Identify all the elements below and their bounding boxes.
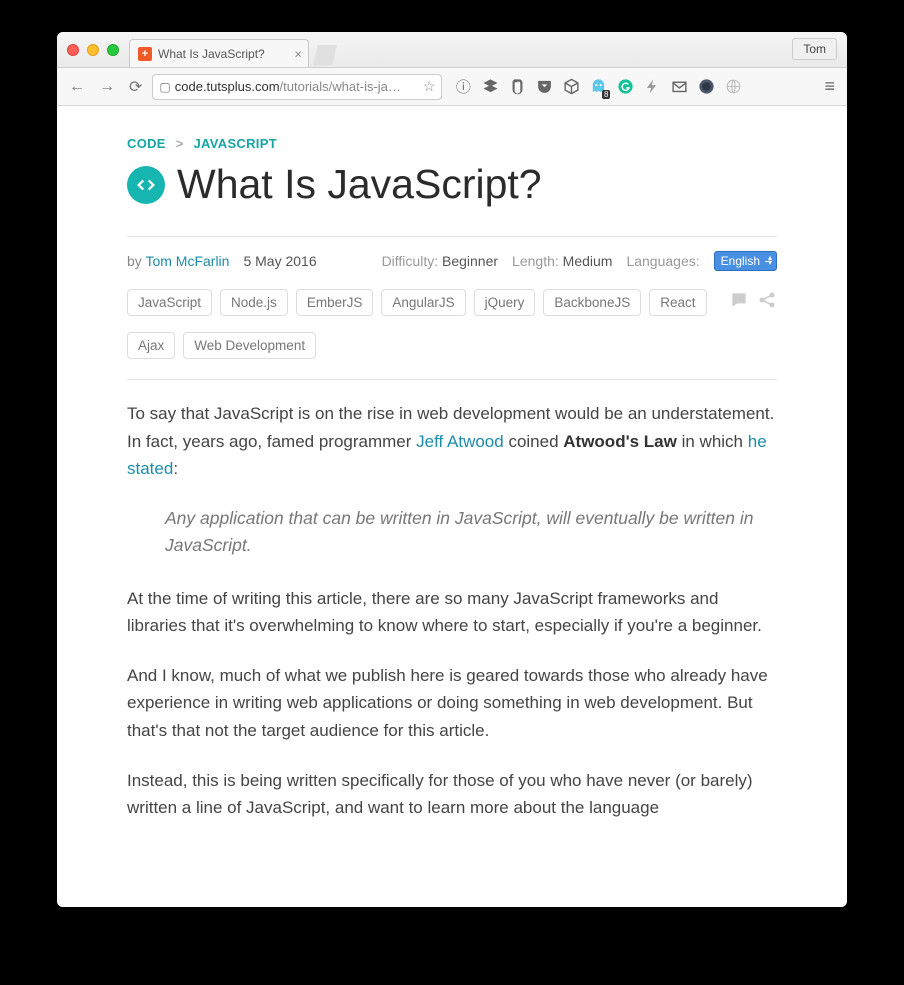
difficulty-label: Difficulty: xyxy=(382,253,439,269)
pocket-icon[interactable] xyxy=(535,78,553,96)
tag[interactable]: jQuery xyxy=(474,289,536,316)
cube-icon[interactable] xyxy=(562,78,580,96)
author-link[interactable]: Tom McFarlin xyxy=(145,253,229,269)
divider xyxy=(127,236,777,237)
languages-label: Languages: xyxy=(626,253,699,269)
menu-button[interactable]: ≡ xyxy=(820,72,839,101)
tag[interactable]: AngularJS xyxy=(381,289,465,316)
length: Length: Medium xyxy=(512,253,612,269)
minimize-window-button[interactable] xyxy=(87,44,99,56)
tab-title: What Is JavaScript? xyxy=(158,47,265,61)
browser-tab[interactable]: + What Is JavaScript? × xyxy=(129,39,309,67)
crumb-code[interactable]: CODE xyxy=(127,136,166,151)
tag[interactable]: BackboneJS xyxy=(543,289,641,316)
tag[interactable]: Web Development xyxy=(183,332,316,359)
tab-strip: + What Is JavaScript? × xyxy=(129,32,337,67)
zoom-window-button[interactable] xyxy=(107,44,119,56)
category-code-icon xyxy=(127,166,165,204)
paragraph: At the time of writing this article, the… xyxy=(127,585,777,640)
forward-button[interactable]: → xyxy=(95,74,119,100)
languages: Languages: xyxy=(626,253,699,269)
bookmark-star-icon[interactable]: ☆ xyxy=(423,78,436,95)
article-body: To say that JavaScript is on the rise in… xyxy=(127,400,777,822)
by-label: by xyxy=(127,253,142,269)
globe-icon[interactable] xyxy=(724,78,742,96)
info-icon[interactable]: ⓘ xyxy=(454,78,472,96)
byline: by Tom McFarlin xyxy=(127,253,229,269)
traffic-lights xyxy=(67,44,119,56)
reload-button[interactable]: ⟳ xyxy=(125,73,146,101)
browser-window: + What Is JavaScript? × Tom ← → ⟳ ▢ code… xyxy=(57,32,847,907)
link-jeff-atwood[interactable]: Jeff Atwood xyxy=(416,432,504,451)
length-value: Medium xyxy=(563,253,613,269)
tab-favicon: + xyxy=(138,47,152,61)
tab-close-icon[interactable]: × xyxy=(294,46,302,61)
lightning-icon[interactable] xyxy=(643,78,661,96)
difficulty: Difficulty: Beginner xyxy=(382,253,498,269)
chevron-updown-icon: ▴▾ xyxy=(768,255,772,265)
tag[interactable]: Ajax xyxy=(127,332,175,359)
paragraph: Instead, this is being written specifica… xyxy=(127,767,777,822)
url-path: /tutorials/what-is-ja… xyxy=(280,79,401,94)
tag[interactable]: Node.js xyxy=(220,289,288,316)
difficulty-value: Beginner xyxy=(442,253,498,269)
site-info-icon[interactable]: ▢ xyxy=(159,80,170,94)
language-value: English xyxy=(721,254,760,268)
buffer-icon[interactable] xyxy=(481,78,499,96)
mail-icon[interactable] xyxy=(670,78,688,96)
tag-row: JavaScript Node.js EmberJS AngularJS jQu… xyxy=(127,289,777,359)
crumb-javascript[interactable]: JAVASCRIPT xyxy=(194,136,277,151)
tag[interactable]: React xyxy=(649,289,706,316)
page-title: What Is JavaScript? xyxy=(177,161,542,208)
page-content: CODE > JAVASCRIPT What Is JavaScript? by… xyxy=(57,106,847,907)
breadcrumb: CODE > JAVASCRIPT xyxy=(127,136,777,151)
share-icon[interactable] xyxy=(757,290,777,315)
extensions-row: ⓘ 8 xyxy=(454,78,814,96)
language-select[interactable]: English ▴▾ xyxy=(714,251,777,271)
firefox-icon[interactable] xyxy=(697,78,715,96)
paragraph: And I know, much of what we publish here… xyxy=(127,662,777,745)
ghost-icon[interactable]: 8 xyxy=(589,78,607,96)
atwoods-law: Atwood's Law xyxy=(563,432,677,451)
close-window-button[interactable] xyxy=(67,44,79,56)
profile-button[interactable]: Tom xyxy=(792,38,837,60)
url-host: code.tutsplus.com xyxy=(175,79,280,94)
address-bar[interactable]: ▢ code.tutsplus.com/tutorials/what-is-ja… xyxy=(152,74,442,100)
url-text: code.tutsplus.com/tutorials/what-is-ja… xyxy=(175,79,419,94)
tag-actions xyxy=(729,290,777,315)
window-titlebar: + What Is JavaScript? × Tom xyxy=(57,32,847,68)
crumb-sep: > xyxy=(176,136,184,151)
blockquote: Any application that can be written in J… xyxy=(165,505,777,559)
comment-icon[interactable] xyxy=(729,290,749,315)
browser-toolbar: ← → ⟳ ▢ code.tutsplus.com/tutorials/what… xyxy=(57,68,847,106)
divider xyxy=(127,379,777,380)
length-label: Length: xyxy=(512,253,559,269)
title-row: What Is JavaScript? xyxy=(127,161,777,208)
evernote-icon[interactable] xyxy=(508,78,526,96)
tag[interactable]: JavaScript xyxy=(127,289,212,316)
article-meta: by Tom McFarlin 5 May 2016 Difficulty: B… xyxy=(127,251,777,271)
new-tab-button[interactable] xyxy=(313,45,337,65)
grammarly-icon[interactable] xyxy=(616,78,634,96)
paragraph: To say that JavaScript is on the rise in… xyxy=(127,400,777,483)
back-button[interactable]: ← xyxy=(65,74,89,100)
badge-count: 8 xyxy=(602,90,610,99)
tag[interactable]: EmberJS xyxy=(296,289,374,316)
publish-date: 5 May 2016 xyxy=(243,253,316,269)
